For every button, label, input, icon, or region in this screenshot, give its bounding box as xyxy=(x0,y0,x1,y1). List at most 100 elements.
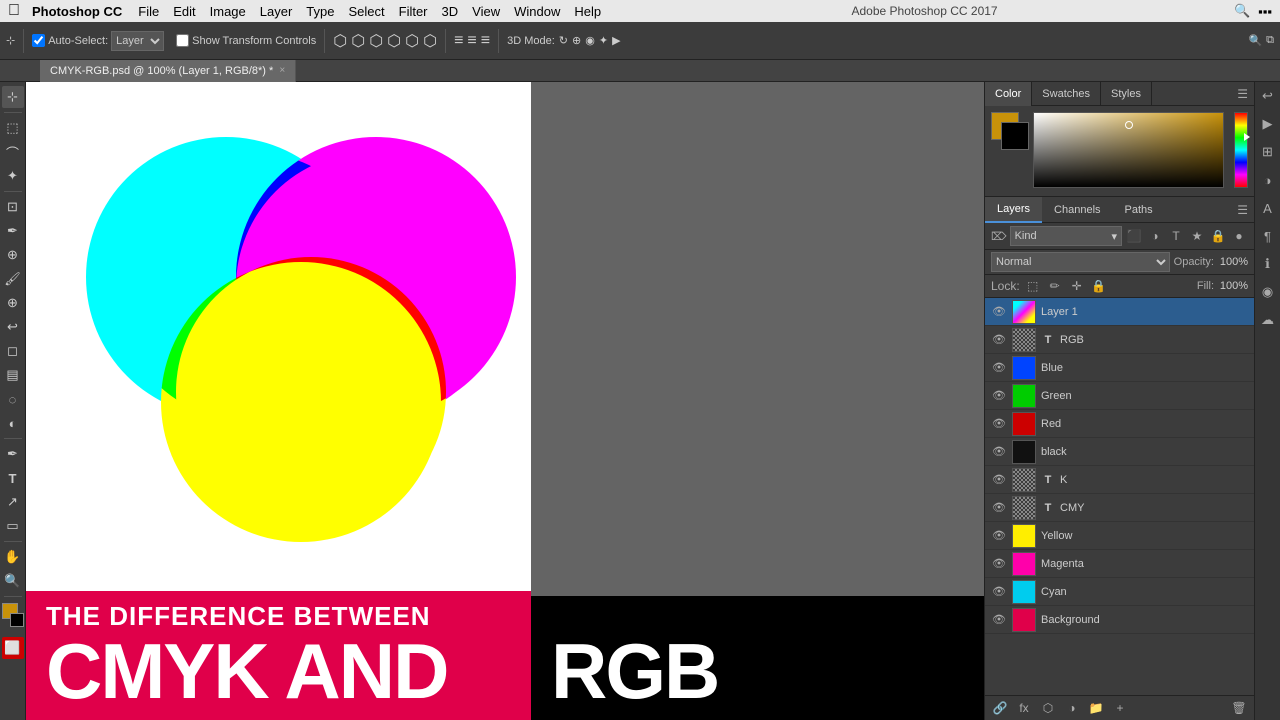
3d-pan-icon[interactable]: ⊕ xyxy=(572,34,581,47)
layers-panel-menu-icon[interactable]: ☰ xyxy=(1231,203,1254,217)
layer-visibility-cyan-layer[interactable]: 👁 xyxy=(991,584,1007,600)
character-icon[interactable]: A xyxy=(1258,198,1278,218)
transform-checkbox[interactable]: Show Transform Controls xyxy=(176,34,316,47)
layer-new-icon[interactable]: + xyxy=(1111,699,1129,717)
dodge-tool[interactable]: ◐ xyxy=(2,412,24,434)
layer-item-layer1[interactable]: 👁Layer 1 xyxy=(985,298,1254,326)
3d-light-icon[interactable]: ✦ xyxy=(599,34,608,47)
menu-view[interactable]: View xyxy=(472,4,500,19)
layer-delete-icon[interactable]: 🗑 xyxy=(1230,699,1248,717)
tab-close-button[interactable]: × xyxy=(279,65,285,76)
search-icon[interactable]: 🔍 xyxy=(1234,3,1250,19)
layer-visibility-k-layer[interactable]: 👁 xyxy=(991,472,1007,488)
layer-visibility-magenta-layer[interactable]: 👁 xyxy=(991,556,1007,572)
layer-item-magenta-layer[interactable]: 👁Magenta xyxy=(985,550,1254,578)
align-middle-icon[interactable]: ⬡ xyxy=(405,31,419,51)
pen-tool[interactable]: ✒ xyxy=(2,443,24,465)
paragraph-icon[interactable]: ¶ xyxy=(1258,226,1278,246)
canvas-area[interactable]: THE DIFFERENCE BETWEEN CMYK AND RGB 100%… xyxy=(26,82,984,720)
filter-dropdown-arrow[interactable]: ▾ xyxy=(1111,230,1117,243)
align-center-h-icon[interactable]: ⬡ xyxy=(351,31,365,51)
menu-window[interactable]: Window xyxy=(514,4,560,19)
navigator-icon[interactable]: ◉ xyxy=(1258,282,1278,302)
color-swatches-fg-bg[interactable] xyxy=(991,112,1027,148)
layer-item-k-layer[interactable]: 👁TK xyxy=(985,466,1254,494)
filter-type-icon[interactable]: T xyxy=(1167,227,1185,245)
adjustments-icon[interactable]: ◑ xyxy=(1258,170,1278,190)
layer-mask-icon[interactable]: ⬡ xyxy=(1039,699,1057,717)
menu-filter[interactable]: Filter xyxy=(399,4,428,19)
layer-visibility-blue[interactable]: 👁 xyxy=(991,360,1007,376)
filter-pixel-icon[interactable]: ⬛ xyxy=(1125,227,1143,245)
magic-wand-tool[interactable]: ✦ xyxy=(2,165,24,187)
lasso-tool[interactable]: ⌒ xyxy=(2,141,24,163)
eraser-tool[interactable]: ◻ xyxy=(2,340,24,362)
align-top-icon[interactable]: ⬡ xyxy=(387,31,401,51)
lock-all-icon[interactable]: 🔒 xyxy=(1090,277,1108,295)
hue-strip[interactable] xyxy=(1234,112,1248,188)
marquee-tool[interactable]: ⬚ xyxy=(2,117,24,139)
3d-rotate-icon[interactable]: ↻ xyxy=(559,34,568,47)
layer-visibility-green[interactable]: 👁 xyxy=(991,388,1007,404)
layer-item-cmy-layer[interactable]: 👁TCMY xyxy=(985,494,1254,522)
background-color-swatch[interactable] xyxy=(10,613,24,627)
menu-help[interactable]: Help xyxy=(574,4,601,19)
move-tool-icon[interactable]: ⊹ xyxy=(6,34,15,47)
screen-mode-icon[interactable]: ⧉ xyxy=(1266,34,1274,47)
filter-adjustment-icon[interactable]: ◑ xyxy=(1146,227,1164,245)
menu-type[interactable]: Type xyxy=(306,4,334,19)
layer-link-icon[interactable]: 🔗 xyxy=(991,699,1009,717)
lock-pixels-icon[interactable]: ⬚ xyxy=(1024,277,1042,295)
align-left-icon[interactable]: ⬡ xyxy=(333,31,347,51)
menu-3d[interactable]: 3D xyxy=(442,4,459,19)
brush-tool[interactable]: 🖌 xyxy=(2,268,24,290)
transform-checkbox-input[interactable] xyxy=(176,34,189,47)
lock-position-icon[interactable]: ✏ xyxy=(1046,277,1064,295)
toolbar-search-icon[interactable]: 🔍 xyxy=(1248,34,1262,47)
layer-fx-icon[interactable]: fx xyxy=(1015,699,1033,717)
autoselect-select[interactable]: Layer Group xyxy=(111,31,164,51)
libraries-icon[interactable]: ☁ xyxy=(1258,310,1278,330)
layer-visibility-black-layer[interactable]: 👁 xyxy=(991,444,1007,460)
layer-visibility-rgb-group[interactable]: 👁 xyxy=(991,332,1007,348)
align-right-icon[interactable]: ⬡ xyxy=(369,31,383,51)
properties-icon[interactable]: ⊞ xyxy=(1258,142,1278,162)
tab-color[interactable]: Color xyxy=(985,82,1032,106)
autoselect-checkbox-input[interactable] xyxy=(32,34,45,47)
layer-item-rgb-group[interactable]: 👁TRGB xyxy=(985,326,1254,354)
menu-image[interactable]: Image xyxy=(210,4,246,19)
move-tool[interactable]: ⊹ xyxy=(2,86,24,108)
text-tool[interactable]: T xyxy=(2,467,24,489)
tab-layers[interactable]: Layers xyxy=(985,197,1042,223)
zoom-tool[interactable]: 🔍 xyxy=(2,570,24,592)
3d-video-icon[interactable]: ▶ xyxy=(612,34,620,47)
layer-visibility-yellow-layer[interactable]: 👁 xyxy=(991,528,1007,544)
autoselect-checkbox[interactable]: Auto-Select: Layer Group xyxy=(32,31,164,51)
color-panel-menu-icon[interactable]: ☰ xyxy=(1231,87,1254,101)
layer-item-black-layer[interactable]: 👁black xyxy=(985,438,1254,466)
layer-group-icon[interactable]: 📁 xyxy=(1087,699,1105,717)
blend-mode-select[interactable]: Normal Dissolve Multiply xyxy=(991,252,1170,272)
background-swatch[interactable] xyxy=(1001,122,1029,150)
layer-item-blue[interactable]: 👁Blue xyxy=(985,354,1254,382)
align-bottom-icon[interactable]: ⬡ xyxy=(423,31,437,51)
layer-item-cyan-layer[interactable]: 👁Cyan xyxy=(985,578,1254,606)
layer-item-green[interactable]: 👁Green xyxy=(985,382,1254,410)
path-select-tool[interactable]: ↗ xyxy=(2,491,24,513)
tab-swatches[interactable]: Swatches xyxy=(1032,82,1101,106)
blur-tool[interactable]: ◌ xyxy=(2,388,24,410)
apple-menu[interactable]:  xyxy=(8,2,20,20)
layer-item-yellow-layer[interactable]: 👁Yellow xyxy=(985,522,1254,550)
crop-tool[interactable]: ⊡ xyxy=(2,196,24,218)
layer-visibility-layer1[interactable]: 👁 xyxy=(991,304,1007,320)
history-brush-tool[interactable]: ↩ xyxy=(2,316,24,338)
color-picker-handle[interactable] xyxy=(1125,121,1133,129)
history-icon[interactable]: ↩ xyxy=(1258,86,1278,106)
hand-tool[interactable]: ✋ xyxy=(2,546,24,568)
distribute-left-icon[interactable]: ≡ xyxy=(454,32,463,50)
layer-filter-select[interactable]: Kind ▾ xyxy=(1010,226,1122,246)
filter-toggle[interactable]: ● xyxy=(1230,227,1248,245)
tab-paths[interactable]: Paths xyxy=(1113,197,1165,223)
menu-file[interactable]: File xyxy=(138,4,159,19)
distribute-right-icon[interactable]: ≡ xyxy=(481,32,490,50)
